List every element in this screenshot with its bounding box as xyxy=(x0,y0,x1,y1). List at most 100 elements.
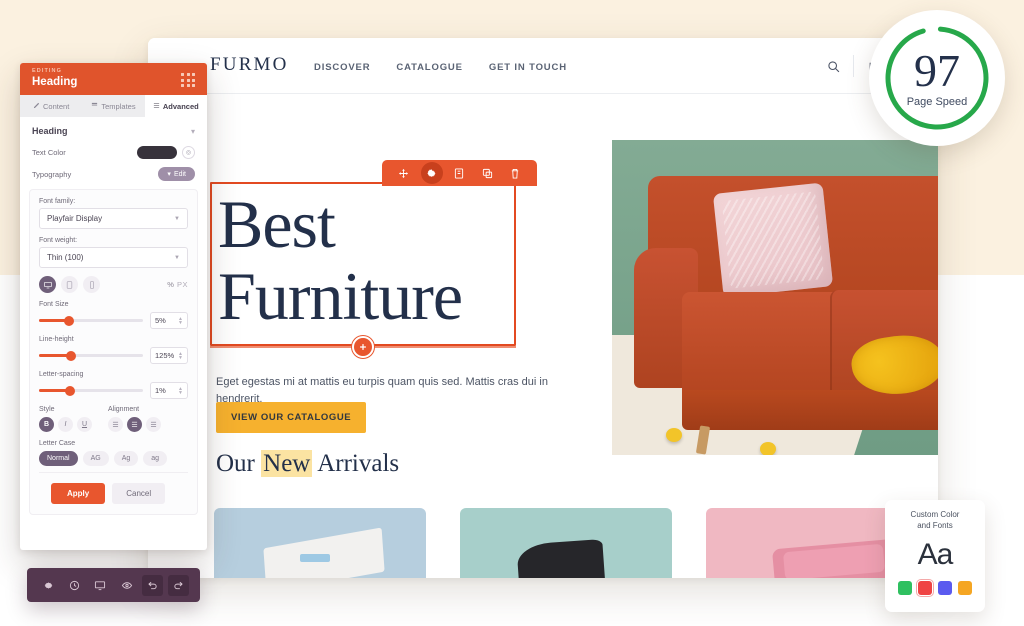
align-center-button[interactable]: ☰ xyxy=(127,417,142,432)
align-left-button[interactable]: ☰ xyxy=(108,417,123,432)
mobile-icon[interactable] xyxy=(83,276,100,293)
editor-eyebrow: EDITING xyxy=(32,68,63,74)
search-icon[interactable] xyxy=(813,52,853,80)
bold-button[interactable]: B xyxy=(39,417,54,432)
eyedropper-icon[interactable]: ◎ xyxy=(182,146,195,159)
typography-label: Typography xyxy=(32,169,72,179)
plus-circle-icon[interactable] xyxy=(352,336,374,358)
text-color-swatch[interactable] xyxy=(137,146,177,159)
stepper-icon[interactable]: ▲ ▼ xyxy=(178,351,183,360)
arrivals-prefix: Our xyxy=(216,450,262,477)
hero-heading-line-2: Furniture xyxy=(218,258,463,335)
heading-editor-panel: EDITING Heading Content Templates Advanc… xyxy=(20,63,207,550)
delete-trash-icon[interactable] xyxy=(504,162,526,184)
letter-case-normal[interactable]: Normal xyxy=(39,451,78,466)
typography-edit-label: Edit xyxy=(173,170,186,178)
align-left-glyph: ☰ xyxy=(112,421,119,429)
font-size-slider[interactable] xyxy=(39,315,143,326)
line-height-input[interactable]: 125% ▲ ▼ xyxy=(150,347,188,364)
undo-icon[interactable] xyxy=(142,574,164,596)
tablet-icon[interactable] xyxy=(61,276,78,293)
history-clock-icon[interactable] xyxy=(64,575,85,596)
typography-row: Typography ▾ Edit xyxy=(20,163,207,185)
website-preview-window: FURMO DISCOVER CATALOGUE GET IN TOUCH Be… xyxy=(148,38,938,578)
line-height-control: Line-height 125% ▲ ▼ xyxy=(39,336,188,364)
underline-glyph: U xyxy=(81,421,88,428)
sliders-icon xyxy=(153,102,160,111)
redo-icon[interactable] xyxy=(168,574,190,596)
typography-edit-button[interactable]: ▾ Edit xyxy=(158,167,195,181)
heading-section-title: Heading xyxy=(32,126,68,136)
save-template-icon[interactable] xyxy=(448,162,470,184)
font-badge-line-2: and Fonts xyxy=(917,520,953,530)
product-card-list xyxy=(214,508,918,578)
site-nav: DISCOVER CATALOGUE GET IN TOUCH xyxy=(314,62,567,73)
nav-link-discover[interactable]: DISCOVER xyxy=(314,62,370,73)
product-card-teal[interactable] xyxy=(460,508,672,578)
nav-link-get-in-touch[interactable]: GET IN TOUCH xyxy=(489,62,567,73)
chevron-down-icon[interactable]: ▾ xyxy=(191,127,195,136)
letter-spacing-label: Letter-spacing xyxy=(39,371,84,378)
site-logo[interactable]: FURMO xyxy=(210,54,289,76)
unit-toggle[interactable]: % PX xyxy=(167,280,188,289)
heading-section-header[interactable]: Heading ▾ xyxy=(20,117,207,142)
bold-glyph: B xyxy=(43,421,50,428)
font-weight-select[interactable]: Thin (100) ▼ xyxy=(39,247,188,268)
line-height-label: Line-height xyxy=(39,336,74,343)
image-lemon xyxy=(666,428,682,442)
font-size-input[interactable]: 5% ▲ ▼ xyxy=(150,312,188,329)
swatch-orange[interactable] xyxy=(958,580,972,595)
underline-button[interactable]: U xyxy=(77,417,92,432)
font-size-control: Font Size 5% ▲ ▼ xyxy=(39,301,188,329)
device-toggle-group xyxy=(39,276,100,293)
template-icon xyxy=(91,102,98,111)
tab-templates[interactable]: Templates xyxy=(82,95,144,117)
cancel-button[interactable]: Cancel xyxy=(112,483,166,504)
element-edit-toolbar xyxy=(382,160,537,186)
letter-spacing-slider[interactable] xyxy=(39,385,143,396)
text-color-label: Text Color xyxy=(32,148,66,157)
arrivals-highlight: New xyxy=(261,450,313,477)
grid-dots-icon[interactable] xyxy=(181,73,195,87)
custom-color-fonts-badge: Custom Color and Fonts Aa xyxy=(885,500,985,612)
responsive-monitor-icon[interactable] xyxy=(90,575,111,596)
font-family-select[interactable]: Playfair Display ▼ xyxy=(39,208,188,229)
alignment-group: Alignment ☰ ☰ ☰ xyxy=(108,406,161,432)
letter-spacing-input[interactable]: 1% ▲ ▼ xyxy=(150,382,188,399)
swatch-green[interactable] xyxy=(898,580,912,595)
align-right-button[interactable]: ☰ xyxy=(146,417,161,432)
settings-gear-icon[interactable] xyxy=(420,162,443,184)
hero-heading-line-1: Best xyxy=(218,186,336,262)
line-height-value: 125% xyxy=(155,351,175,360)
stepper-icon[interactable]: ▲ ▼ xyxy=(178,386,183,395)
tab-advanced[interactable]: Advanced xyxy=(144,95,207,117)
line-height-slider[interactable] xyxy=(39,350,143,361)
font-family-label: Font family: xyxy=(39,198,76,205)
swatch-blue[interactable] xyxy=(938,580,952,595)
apply-button[interactable]: Apply xyxy=(51,483,106,504)
letter-case-upper[interactable]: AG xyxy=(82,451,109,466)
duplicate-icon[interactable] xyxy=(476,162,498,184)
letter-case-lower[interactable]: ag xyxy=(143,451,168,466)
tab-content[interactable]: Content xyxy=(20,95,82,117)
font-badge-line-1: Custom Color xyxy=(910,510,960,519)
image-lemon xyxy=(760,442,776,455)
arrivals-heading: Our New Arrivals xyxy=(216,450,399,478)
stepper-icon[interactable]: ▲ ▼ xyxy=(178,316,183,325)
preview-eye-icon[interactable] xyxy=(116,575,137,596)
letter-case-capitalize[interactable]: Ag xyxy=(113,451,139,466)
product-card-blue[interactable] xyxy=(214,508,426,578)
editor-actions: Apply Cancel xyxy=(39,472,188,504)
card-product-shape xyxy=(263,527,385,578)
hero-heading[interactable]: Best Furniture xyxy=(218,188,578,332)
italic-button[interactable]: I xyxy=(58,417,73,432)
view-catalogue-button[interactable]: VIEW OUR CATALOGUE xyxy=(216,402,367,433)
swatch-red[interactable] xyxy=(915,578,935,598)
settings-gear-icon[interactable] xyxy=(38,575,59,596)
move-handle-icon[interactable] xyxy=(393,162,415,184)
nav-link-catalogue[interactable]: CATALOGUE xyxy=(396,62,462,73)
align-right-glyph: ☰ xyxy=(150,421,157,429)
site-header: FURMO DISCOVER CATALOGUE GET IN TOUCH xyxy=(148,38,938,94)
font-weight-value: Thin (100) xyxy=(47,253,84,262)
desktop-icon[interactable] xyxy=(39,276,56,293)
